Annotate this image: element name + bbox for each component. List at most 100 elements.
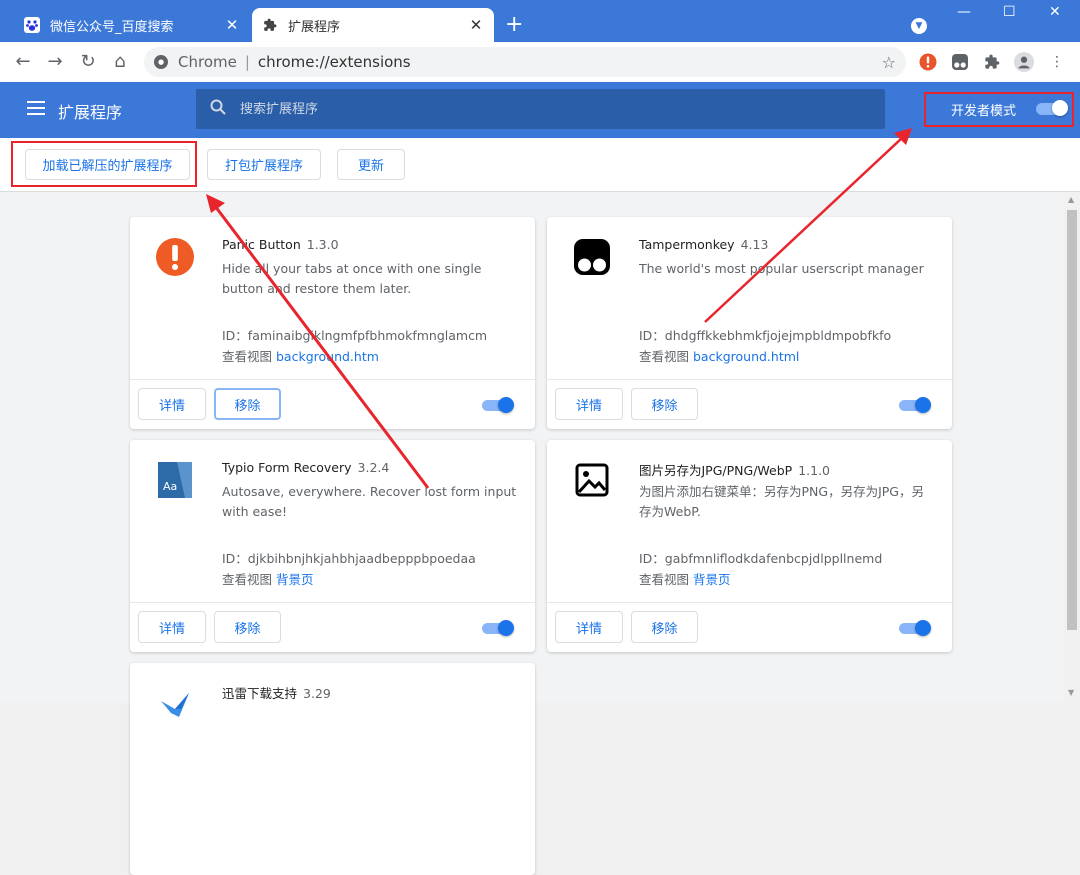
close-tab-icon[interactable]: ✕ <box>468 16 484 34</box>
extension-name: Tampermonkey <box>639 237 735 252</box>
background-page-link[interactable]: 背景页 <box>693 572 731 587</box>
more-menu-icon[interactable]: ⋮ <box>1047 52 1067 72</box>
extension-name: Typio Form Recovery <box>222 460 352 475</box>
tampermonkey-ext-icon[interactable] <box>950 52 970 72</box>
dev-action-bar: 加载已解压的扩展程序 打包扩展程序 更新 <box>0 138 1080 192</box>
extension-version: 1.3.0 <box>306 237 339 252</box>
chrome-icon: ● <box>154 55 168 69</box>
search-box[interactable] <box>196 89 885 129</box>
divider <box>547 602 952 603</box>
extension-id: ID：faminaibgiklngmfpfbhmokfmnglamcm <box>222 328 488 343</box>
remove-button[interactable]: 移除 <box>631 611 698 643</box>
scroll-down-icon[interactable]: ▼ <box>1068 688 1074 697</box>
extensions-puzzle-icon[interactable] <box>982 52 1002 72</box>
panic-button-ext-icon[interactable] <box>918 52 938 72</box>
extension-version: 4.13 <box>740 237 769 252</box>
toolbar: ← → ↻ ⌂ ● Chrome | chrome://extensions ☆… <box>0 42 1080 82</box>
background-page-link[interactable]: background.htm <box>276 349 379 364</box>
remove-button[interactable]: 移除 <box>631 388 698 420</box>
tampermonkey-icon <box>572 237 612 277</box>
extension-id: ID：djkbihbnjhkjahbhjaadbepppbpoedaa <box>222 551 476 566</box>
extension-version: 1.1.0 <box>798 463 831 478</box>
omnibox[interactable]: ● Chrome | chrome://extensions ☆ <box>144 47 906 77</box>
view-label: 查看视图 <box>222 349 273 364</box>
extension-version: 3.2.4 <box>357 460 390 475</box>
extension-id: ID：dhdgffkkebhmkfjojejmpbldmpobfkfo <box>639 328 892 343</box>
enable-toggle[interactable] <box>482 397 516 413</box>
extension-name: Panic Button <box>222 237 301 252</box>
profile-avatar-icon[interactable] <box>1014 52 1034 72</box>
divider <box>130 602 535 603</box>
background-page-link[interactable]: background.html <box>693 349 799 364</box>
extensions-list: Panic Button 1.3.0 Hide all your tabs at … <box>0 192 1064 875</box>
remove-button[interactable]: 移除 <box>214 611 281 643</box>
typio-aa-icon: Aa <box>155 460 195 500</box>
enable-toggle[interactable] <box>899 620 933 636</box>
scrollbar-thumb[interactable] <box>1067 210 1077 630</box>
update-button[interactable]: 更新 <box>337 149 405 180</box>
enable-toggle[interactable] <box>482 620 516 636</box>
details-button[interactable]: 详情 <box>555 611 623 643</box>
baidu-paw-icon <box>24 17 40 33</box>
hamburger-menu-icon[interactable] <box>27 101 45 119</box>
pack-extension-button[interactable]: 打包扩展程序 <box>207 149 321 180</box>
extension-description: Autosave, everywhere. Recover lost form … <box>222 484 517 519</box>
minimize-icon[interactable]: — <box>957 4 971 20</box>
extension-name: 图片另存为JPG/PNG/WebP <box>639 463 793 478</box>
dev-mode-highlight: 开发者模式 <box>924 92 1074 127</box>
load-unpacked-button[interactable]: 加载已解压的扩展程序 <box>25 149 190 180</box>
extension-card-tampermonkey: Tampermonkey 4.13 The world's most popula… <box>547 217 952 429</box>
dev-mode-label: 开发者模式 <box>951 104 1017 119</box>
tab-title: 扩展程序 <box>288 19 341 35</box>
search-input[interactable] <box>240 101 840 117</box>
scroll-up-icon[interactable]: ▲ <box>1068 195 1074 204</box>
extension-description: Hide all your tabs at once with one sing… <box>222 261 482 296</box>
tab-strip: 微信公众号_百度搜索 ✕ 扩展程序 ✕ + ▼ — ☐ ✕ <box>0 0 1080 42</box>
reload-icon[interactable]: ↻ <box>78 51 98 72</box>
view-label: 查看视图 <box>639 572 690 587</box>
omnibox-url: chrome://extensions <box>257 53 411 71</box>
extension-id: ID：gabfmnliflodkdafenbcpjdlppllnemd <box>639 551 883 566</box>
maximize-icon[interactable]: ☐ <box>1003 4 1016 20</box>
close-tab-icon[interactable]: ✕ <box>224 16 240 34</box>
extension-card-save-image-as: 图片另存为JPG/PNG/WebP 1.1.0 为图片添加右键菜单：另存为PNG，… <box>547 440 952 652</box>
back-icon[interactable]: ← <box>13 51 33 72</box>
omnibox-separator: | <box>244 53 250 71</box>
extension-version: 3.29 <box>303 686 331 701</box>
image-icon <box>572 460 612 500</box>
remove-button[interactable]: 移除 <box>214 388 281 420</box>
svg-text:Aa: Aa <box>163 480 177 493</box>
extension-card-panic-button: Panic Button 1.3.0 Hide all your tabs at … <box>130 217 535 429</box>
puzzle-icon <box>262 17 278 33</box>
view-label: 查看视图 <box>222 572 273 587</box>
tab-extensions[interactable]: 扩展程序 ✕ <box>252 8 494 42</box>
details-button[interactable]: 详情 <box>138 388 206 420</box>
panic-exclamation-icon <box>155 237 195 277</box>
extension-card-thunder: 迅雷下载支持 3.29 <box>130 663 535 875</box>
forward-icon[interactable]: → <box>45 51 65 72</box>
omnibox-scheme: Chrome <box>178 53 237 71</box>
extension-card-typio: Aa Typio Form Recovery 3.2.4 Autosave, ev… <box>130 440 535 652</box>
tab-search-icon[interactable]: ▼ <box>911 18 927 34</box>
thunder-bird-icon <box>155 683 195 723</box>
enable-toggle[interactable] <box>899 397 933 413</box>
dev-mode-toggle[interactable] <box>1036 100 1068 116</box>
divider <box>130 379 535 380</box>
extensions-header: 扩展程序 开发者模式 <box>0 82 1080 138</box>
tab-baidu-search[interactable]: 微信公众号_百度搜索 ✕ <box>14 8 250 42</box>
divider <box>547 379 952 380</box>
details-button[interactable]: 详情 <box>555 388 623 420</box>
page-scrollbar[interactable]: ▲ ▼ <box>1064 192 1080 703</box>
background-page-link[interactable]: 背景页 <box>276 572 314 587</box>
tab-title: 微信公众号_百度搜索 <box>50 19 174 35</box>
close-window-icon[interactable]: ✕ <box>1049 4 1061 20</box>
page-title: 扩展程序 <box>58 103 123 122</box>
bookmark-star-icon[interactable]: ☆ <box>882 53 896 72</box>
view-label: 查看视图 <box>639 349 690 364</box>
extension-name: 迅雷下载支持 <box>222 686 298 701</box>
details-button[interactable]: 详情 <box>138 611 206 643</box>
home-icon[interactable]: ⌂ <box>110 51 130 72</box>
search-icon <box>210 99 226 119</box>
new-tab-icon[interactable]: + <box>505 10 523 40</box>
extension-description: 为图片添加右键菜单：另存为PNG，另存为JPG，另存为WebP. <box>639 484 924 519</box>
